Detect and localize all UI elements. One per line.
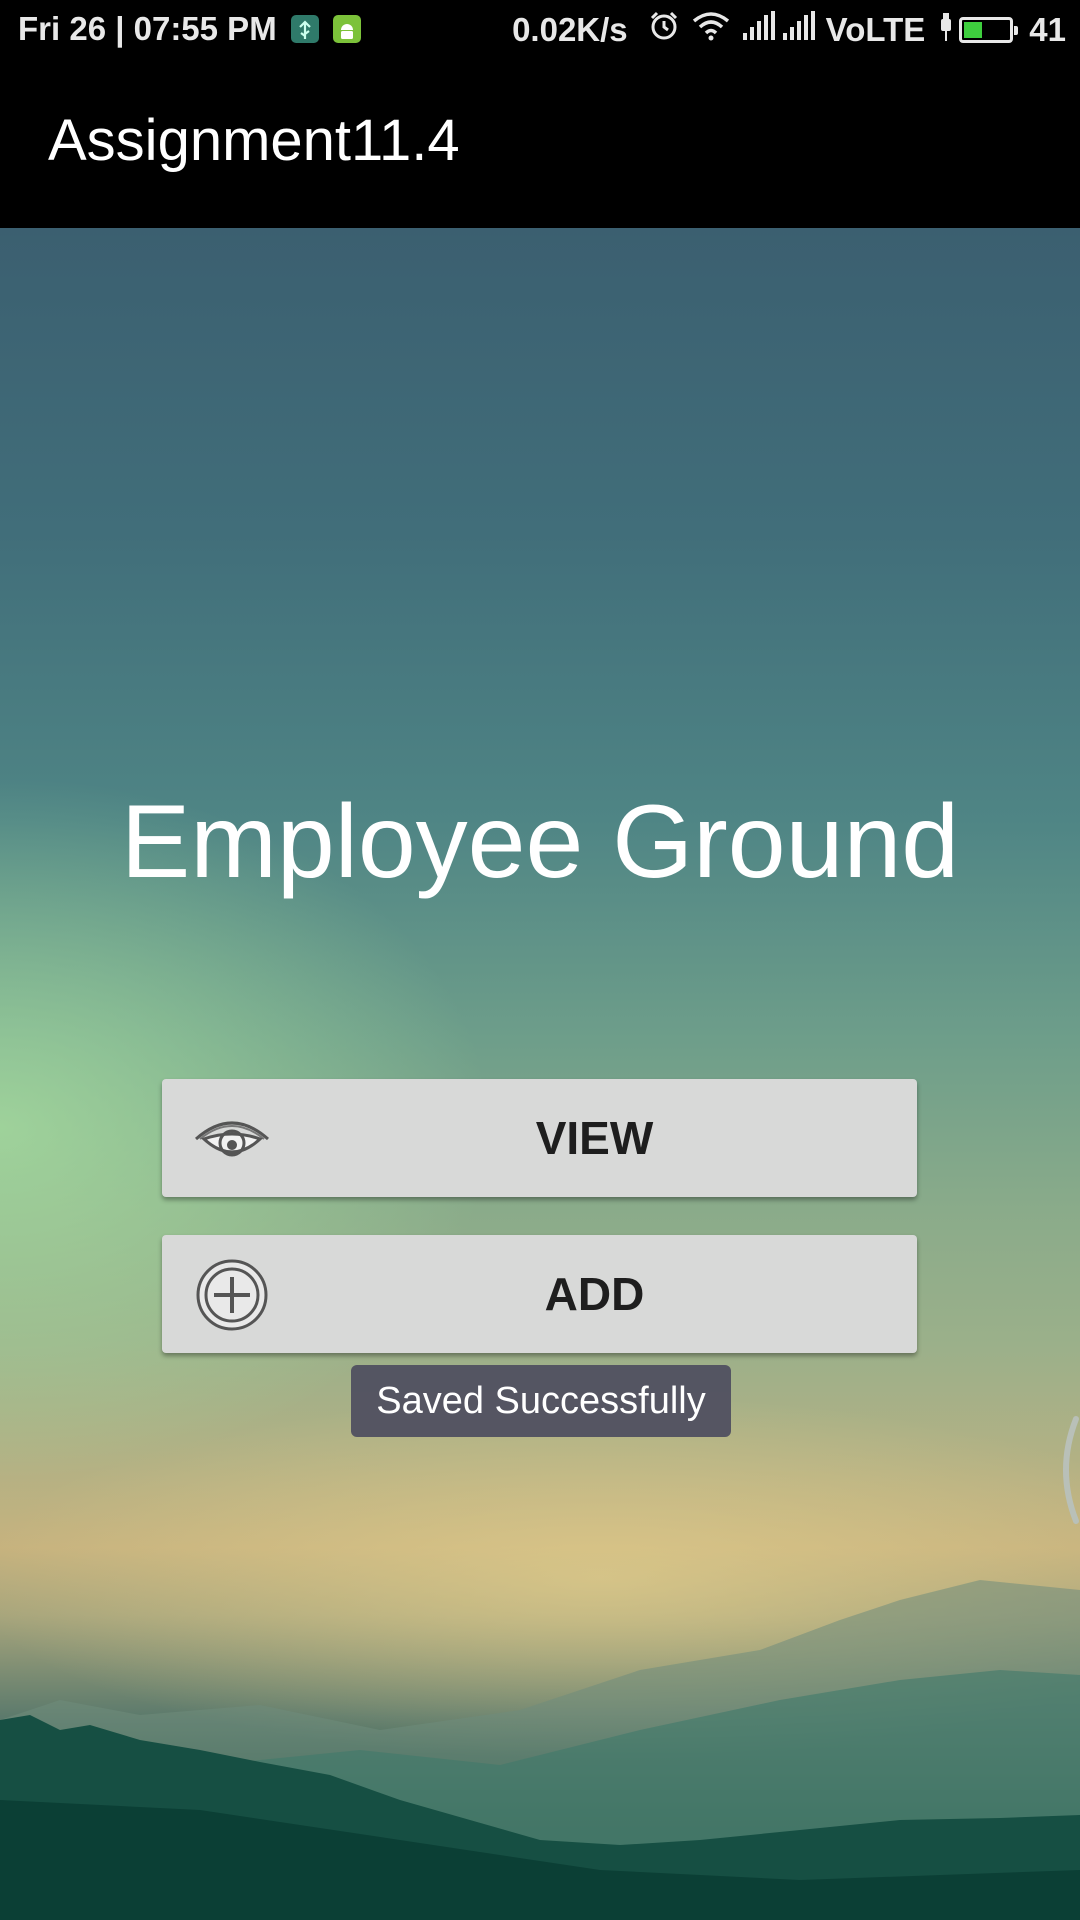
status-datetime: Fri 26 | 07:55 PM	[18, 10, 277, 47]
view-button[interactable]: VIEW	[162, 1079, 917, 1197]
add-button[interactable]: ADD	[162, 1235, 917, 1353]
net-speed: 0.02K/s	[512, 11, 628, 48]
toast-message: Saved Successfully	[351, 1365, 731, 1437]
action-bar: Assignment11.4	[0, 60, 1080, 228]
app-title: Assignment11.4	[48, 108, 460, 173]
signal-icon	[782, 11, 816, 49]
wifi-icon	[692, 11, 730, 49]
edge-swipe-handle[interactable]	[1050, 1415, 1080, 1525]
battery-icon	[959, 17, 1019, 43]
status-bar-left: Fri 26 | 07:55 PM	[18, 10, 361, 48]
charging-icon	[939, 11, 953, 49]
alarm-icon	[648, 10, 680, 50]
status-bar-right: 0.02K/s VoLTE 41	[512, 10, 1066, 50]
status-bar: Fri 26 | 07:55 PM 0.02K/s VoLTE 41	[0, 0, 1080, 60]
battery-level	[964, 22, 983, 38]
background-mountains	[0, 1580, 1080, 1920]
usb-debug-icon	[290, 15, 319, 43]
main-content: Employee Ground VIEW ADD	[0, 228, 1080, 1920]
signal-icon	[742, 11, 776, 49]
view-button-label: VIEW	[535, 1112, 654, 1164]
battery-percent: 41	[1029, 11, 1066, 48]
network-type: VoLTE	[825, 11, 926, 48]
page-title: Employee Ground	[120, 784, 960, 900]
add-button-label: ADD	[544, 1268, 645, 1320]
screen: Fri 26 | 07:55 PM 0.02K/s VoLTE 41 Assig…	[0, 0, 1080, 1920]
android-icon	[332, 15, 361, 43]
